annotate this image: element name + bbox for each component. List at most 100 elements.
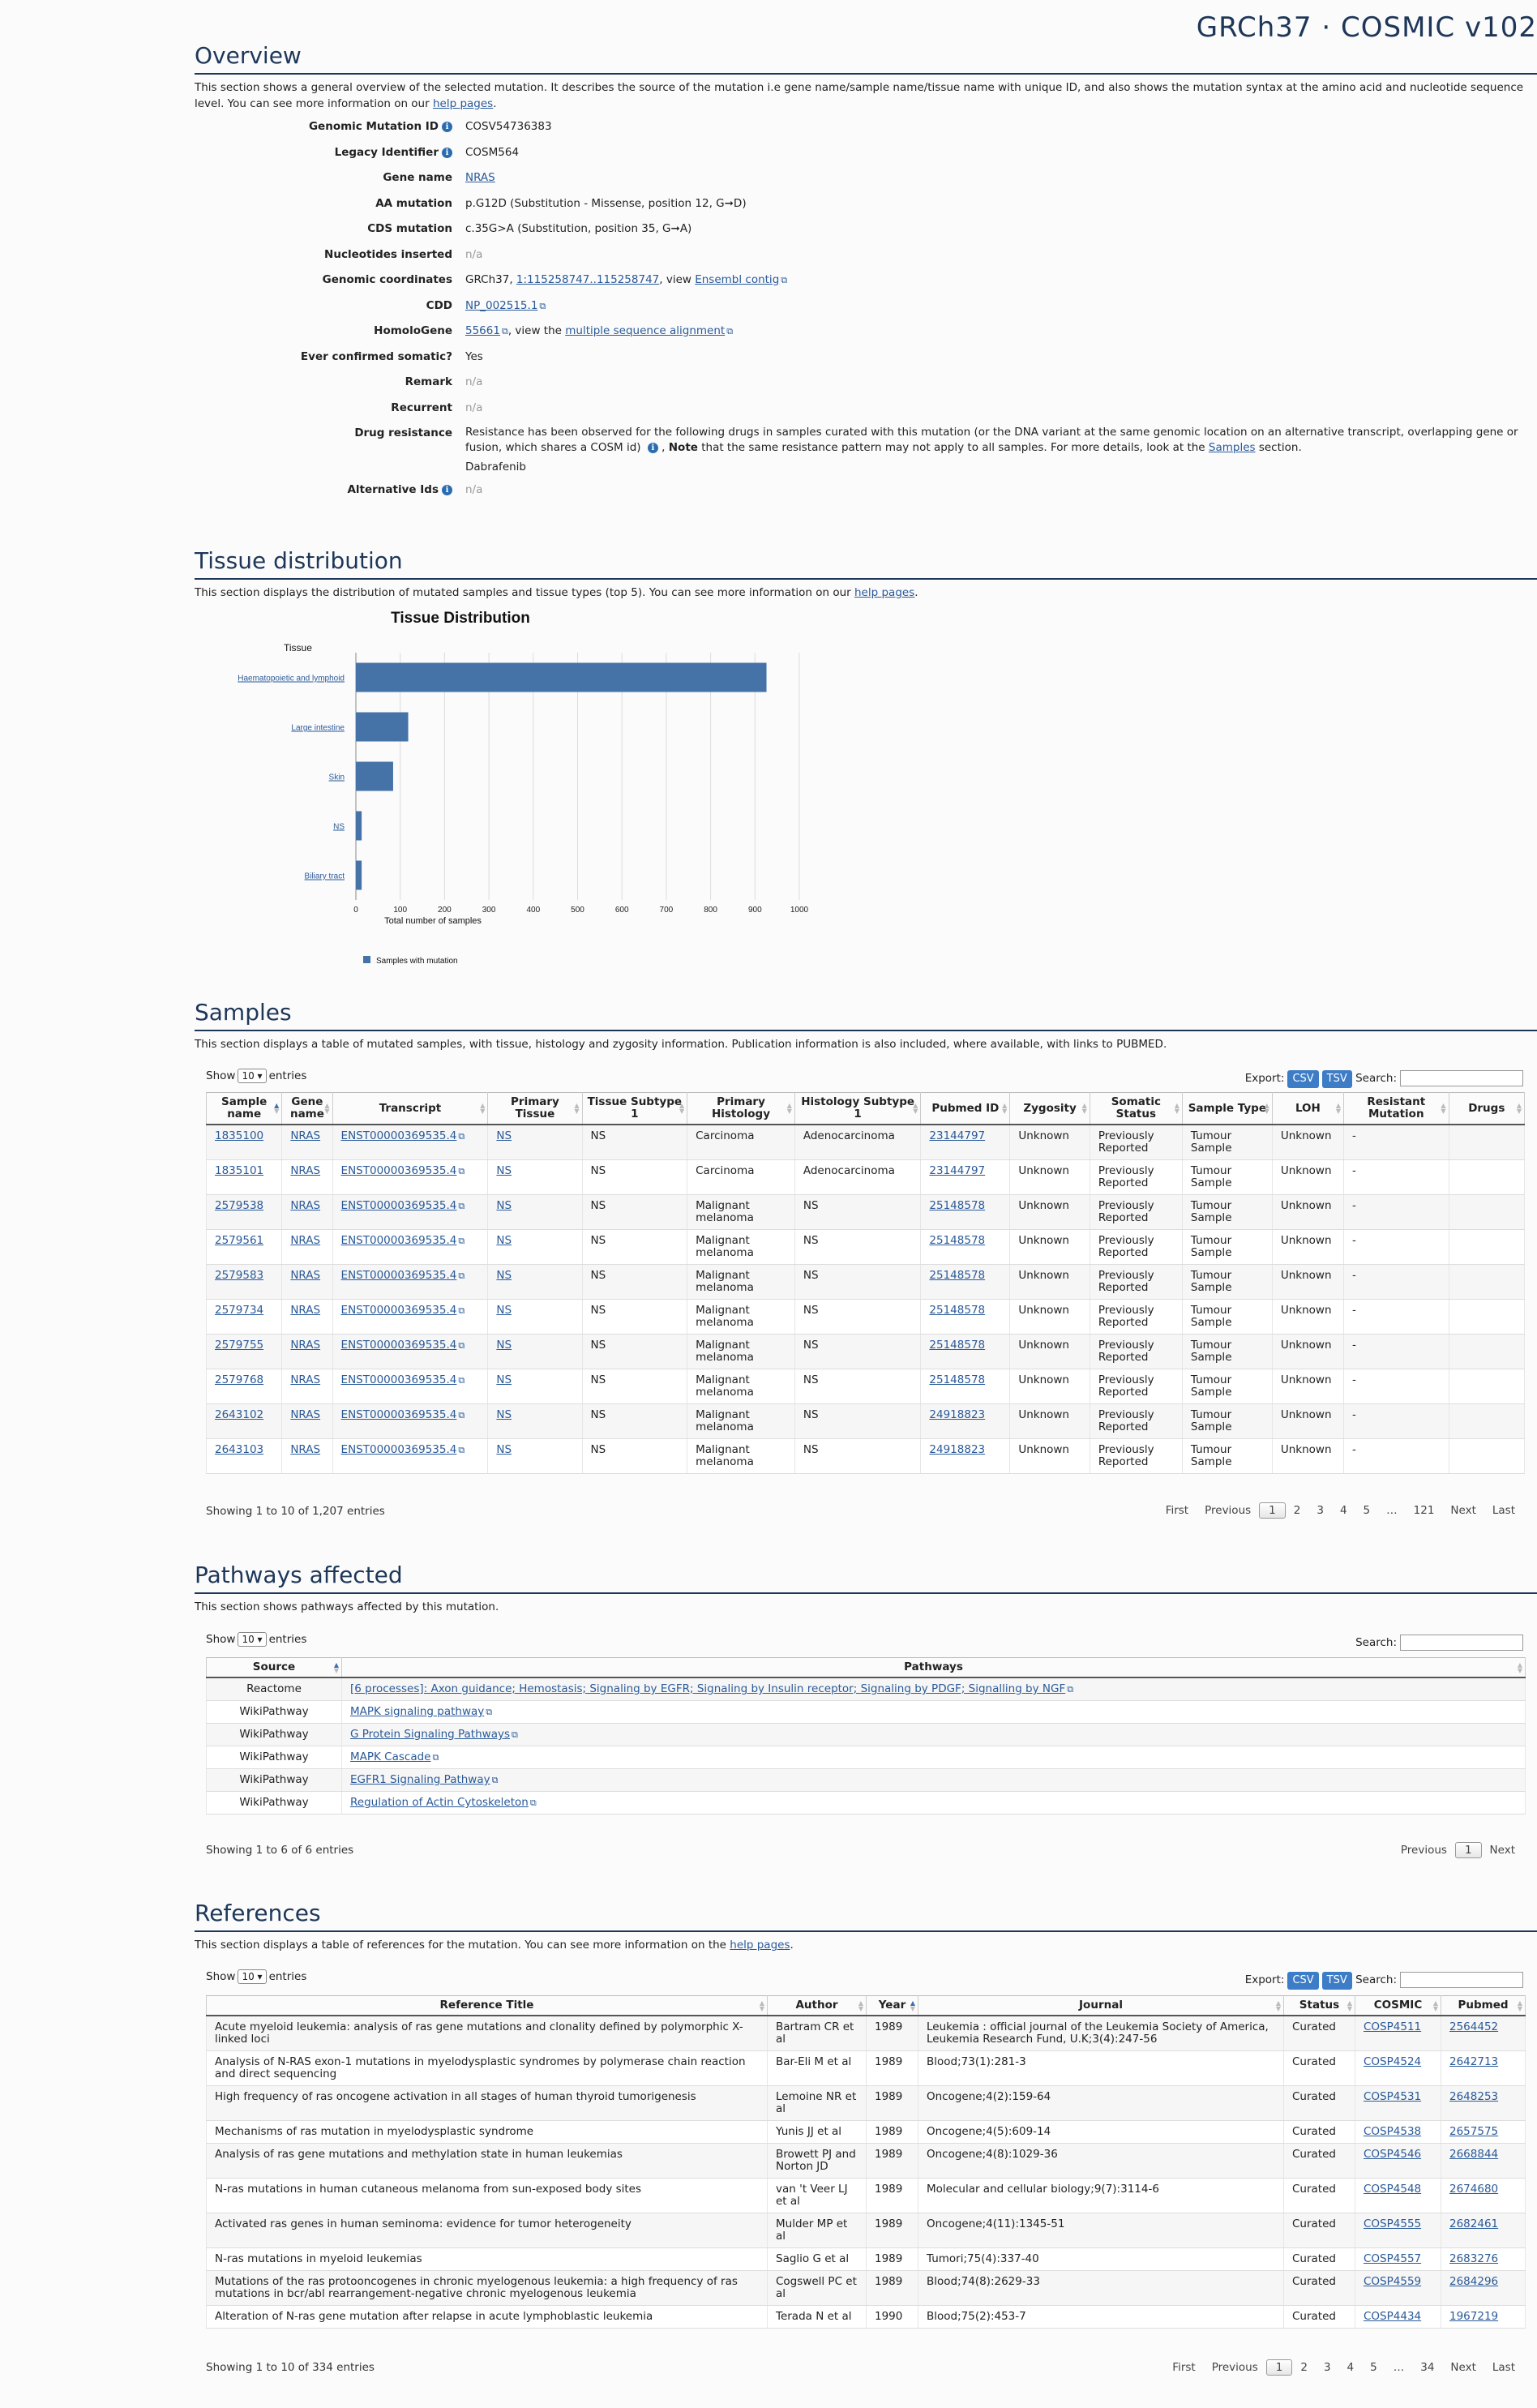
cell-link[interactable]: 2579755 [215, 1339, 263, 1352]
samples-tsv-button[interactable]: TSV [1321, 1070, 1352, 1088]
page-4[interactable]: 4 [1339, 2361, 1363, 2374]
cell-link[interactable]: 25148578 [929, 1339, 985, 1352]
cell-link[interactable]: NRAS [290, 1373, 320, 1386]
page-3[interactable]: 3 [1308, 1504, 1332, 1517]
page-previous[interactable]: Previous [1197, 1504, 1259, 1517]
column-header-loh[interactable]: LOH ▲ ▼ [1272, 1092, 1344, 1125]
homologene-link[interactable]: 55661 [465, 324, 500, 337]
info-icon[interactable]: i [647, 443, 658, 453]
page-34[interactable]: 34 [1412, 2361, 1442, 2374]
cell-link[interactable]: NS [496, 1373, 512, 1386]
cell-link[interactable]: 23144797 [929, 1129, 985, 1142]
coordinates-link[interactable]: 1:115258747..115258747 [516, 273, 659, 286]
page-5[interactable]: 5 [1362, 2361, 1385, 2374]
page-3[interactable]: 3 [1316, 2361, 1339, 2374]
cell-link[interactable]: 2684296 [1449, 2275, 1498, 2288]
help-pages-link[interactable]: help pages [730, 1939, 790, 1952]
cell-link[interactable]: NRAS [290, 1408, 320, 1421]
cell-link[interactable]: NRAS [290, 1164, 320, 1177]
cell-link[interactable]: ENST00000369535.4 [341, 1443, 457, 1456]
cell-link[interactable]: 25148578 [929, 1269, 985, 1282]
column-header-zygosity[interactable]: Zygosity ▲ ▼ [1009, 1092, 1090, 1125]
page-last[interactable]: Last [1484, 1504, 1523, 1517]
cell-link[interactable]: COSP4546 [1364, 2148, 1421, 2161]
category-label[interactable]: Skin [329, 773, 345, 782]
cell-link[interactable]: 2648253 [1449, 2090, 1498, 2103]
cell-link[interactable]: 2579561 [215, 1234, 263, 1247]
column-header-drugs[interactable]: Drugs ▲ ▼ [1449, 1092, 1526, 1125]
gene-name-link[interactable]: NRAS [465, 171, 495, 184]
cell-link[interactable]: 2674680 [1449, 2183, 1498, 2196]
column-header-primary-tissue[interactable]: Primary Tissue ▲ ▼ [487, 1092, 583, 1125]
cell-link[interactable]: 2579734 [215, 1304, 263, 1317]
cell-link[interactable]: NS [496, 1164, 512, 1177]
cell-link[interactable]: ENST00000369535.4 [341, 1304, 457, 1317]
column-header-year[interactable]: Year ▲ ▼ [866, 1995, 918, 2016]
column-header-gene-name[interactable]: Gene name ▲ ▼ [281, 1092, 333, 1125]
cell-link[interactable]: NS [496, 1129, 512, 1142]
page-2[interactable]: 2 [1286, 1504, 1309, 1517]
column-header-reference-title[interactable]: Reference Title ▲ ▼ [206, 1995, 768, 2016]
cell-link[interactable]: NRAS [290, 1269, 320, 1282]
cell-link[interactable]: NRAS [290, 1443, 320, 1456]
cell-link[interactable]: 2642713 [1449, 2055, 1498, 2068]
cell-link[interactable]: 2643102 [215, 1408, 263, 1421]
cell-link[interactable]: COSP4559 [1364, 2275, 1421, 2288]
samples-csv-button[interactable]: CSV [1287, 1070, 1319, 1088]
cell-link[interactable]: MAPK signaling pathway [350, 1705, 484, 1718]
column-header-primary-histology[interactable]: Primary Histology ▲ ▼ [687, 1092, 795, 1125]
cell-link[interactable]: ENST00000369535.4 [341, 1164, 457, 1177]
category-label[interactable]: Large intestine [291, 724, 345, 733]
references-search-input[interactable] [1400, 1972, 1523, 1988]
info-icon[interactable]: i [442, 122, 452, 132]
sequence-alignment-link[interactable]: multiple sequence alignment [565, 324, 725, 337]
page-first[interactable]: First [1158, 1504, 1197, 1517]
samples-page-size-select[interactable]: 10 ▾ [238, 1069, 267, 1083]
cell-link[interactable]: NRAS [290, 1339, 320, 1352]
cell-link[interactable]: NS [496, 1234, 512, 1247]
page-121[interactable]: 121 [1406, 1504, 1443, 1517]
cell-link[interactable]: 23144797 [929, 1164, 985, 1177]
cell-link[interactable]: 2683276 [1449, 2252, 1498, 2265]
column-header-resistant-mutation[interactable]: Resistant Mutation ▲ ▼ [1343, 1092, 1449, 1125]
help-pages-link[interactable]: help pages [854, 586, 914, 599]
cell-link[interactable]: 2564452 [1449, 2020, 1498, 2033]
column-header-transcript[interactable]: Transcript ▲ ▼ [332, 1092, 489, 1125]
cell-link[interactable]: NS [496, 1199, 512, 1212]
cell-link[interactable]: COSP4555 [1364, 2217, 1421, 2230]
column-header-cosmic[interactable]: COSMIC ▲ ▼ [1355, 1995, 1441, 2016]
cell-link[interactable]: COSP4434 [1364, 2310, 1421, 2323]
column-header-journal[interactable]: Journal ▲ ▼ [918, 1995, 1284, 2016]
cell-link[interactable]: ENST00000369535.4 [341, 1339, 457, 1352]
column-header-sample-name[interactable]: Sample name ▲ ▼ [205, 1092, 283, 1125]
cell-link[interactable]: 25148578 [929, 1373, 985, 1386]
cell-link[interactable]: NRAS [290, 1199, 320, 1212]
cell-link[interactable]: G Protein Signaling Pathways [350, 1728, 510, 1741]
page-next[interactable]: Next [1442, 1504, 1483, 1517]
cell-link[interactable]: NS [496, 1339, 512, 1352]
samples-search-input[interactable] [1400, 1070, 1523, 1086]
info-icon[interactable]: i [442, 485, 452, 495]
cell-link[interactable]: 25148578 [929, 1304, 985, 1317]
cell-link[interactable]: COSP4511 [1364, 2020, 1421, 2033]
column-header-author[interactable]: Author ▲ ▼ [767, 1995, 867, 2016]
column-header-pubmed[interactable]: Pubmed ▲ ▼ [1441, 1995, 1526, 2016]
cell-link[interactable]: ENST00000369535.4 [341, 1199, 457, 1212]
references-csv-button[interactable]: CSV [1287, 1972, 1319, 1990]
column-header-sample-type[interactable]: Sample Type ▲ ▼ [1182, 1092, 1273, 1125]
cell-link[interactable]: COSP4531 [1364, 2090, 1421, 2103]
pathways-search-input[interactable] [1400, 1635, 1523, 1651]
cell-link[interactable]: COSP4538 [1364, 2125, 1421, 2138]
cell-link[interactable]: 2579538 [215, 1199, 263, 1212]
ensembl-contig-link[interactable]: Ensembl contig [695, 273, 779, 286]
cell-link[interactable]: 1967219 [1449, 2310, 1498, 2323]
page-next[interactable]: Next [1482, 1844, 1523, 1857]
cell-link[interactable]: 2668844 [1449, 2148, 1498, 2161]
cell-link[interactable]: 2682461 [1449, 2217, 1498, 2230]
column-header-tissue-subtype-1[interactable]: Tissue Subtype 1 ▲ ▼ [582, 1092, 688, 1125]
cell-link[interactable]: ENST00000369535.4 [341, 1269, 457, 1282]
page-next[interactable]: Next [1442, 2361, 1483, 2374]
cell-link[interactable]: NRAS [290, 1129, 320, 1142]
category-label[interactable]: Haematopoietic and lymphoid [238, 675, 345, 683]
info-icon[interactable]: i [442, 147, 452, 158]
